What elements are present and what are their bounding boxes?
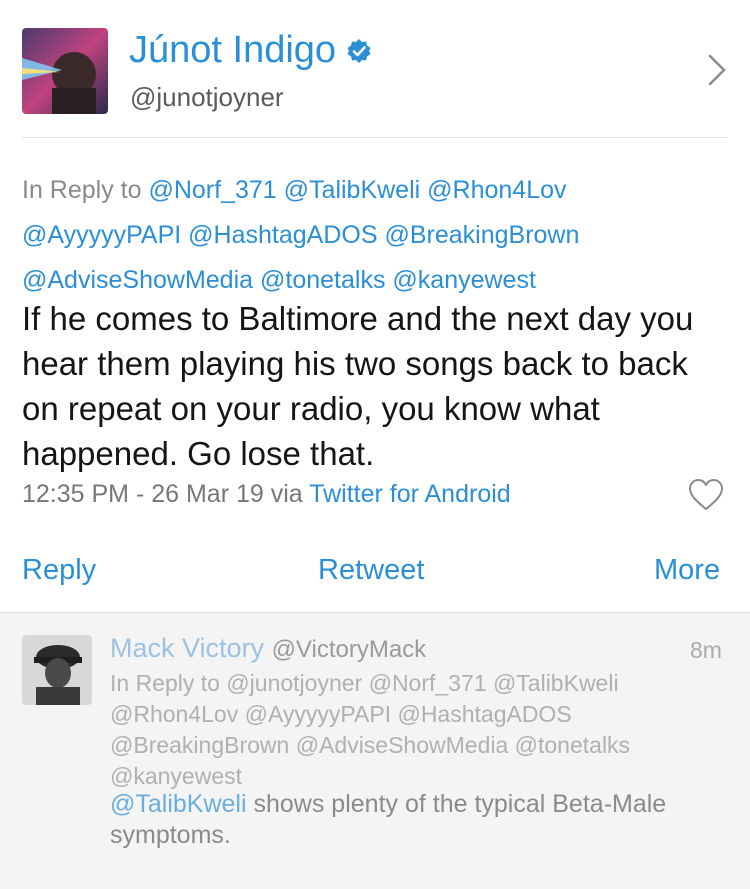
tweet-timestamp: 12:35 PM - 26 Mar 19 via	[22, 480, 303, 508]
reply-author-name[interactable]: Mack Victory	[110, 633, 264, 663]
reply-author[interactable]: Mack Victory @VictoryMack	[110, 633, 426, 664]
author-name[interactable]: Júnot Indigo	[129, 29, 336, 72]
retweet-button[interactable]: Retweet	[318, 554, 424, 587]
reply-tweet[interactable]: Mack Victory @VictoryMack 8m In Reply to…	[0, 613, 750, 889]
tweet-meta: 12:35 PM - 26 Mar 19 via Twitter for And…	[22, 480, 511, 509]
reply-text: @TalibKweli shows plenty of the typical …	[110, 789, 710, 851]
mention-link[interactable]: @BreakingBrown	[384, 221, 579, 249]
verified-badge-icon	[347, 38, 371, 63]
action-bar: Reply Retweet More	[0, 554, 750, 594]
chevron-right-icon[interactable]	[706, 52, 728, 88]
reply-to-line: In Reply to @Norf_371 @TalibKweli @Rhon4…	[22, 168, 722, 303]
reply-button[interactable]: Reply	[22, 554, 96, 587]
mention-link[interactable]: @Rhon4Lov	[427, 176, 566, 204]
reply-author-avatar[interactable]	[22, 635, 92, 705]
reply-time: 8m	[690, 637, 722, 663]
mention-link[interactable]: @TalibKweli	[110, 790, 247, 818]
header-divider	[22, 137, 728, 138]
heart-outline-icon[interactable]	[688, 478, 724, 512]
author-avatar[interactable]	[22, 28, 108, 114]
mention-link[interactable]: @TalibKweli	[284, 176, 421, 204]
more-button[interactable]: More	[654, 554, 720, 587]
mention-link[interactable]: @Norf_371	[148, 176, 276, 204]
tweet-header[interactable]: Júnot Indigo @junotjoyner	[0, 0, 750, 138]
tweet-detail: Júnot Indigo @junotjoyner In Reply to @N…	[0, 0, 750, 612]
tweet-text: If he comes to Baltimore and the next da…	[22, 300, 694, 472]
reply-to-line: In Reply to @junotjoyner @Norf_371 @Tali…	[110, 670, 631, 789]
mention-link[interactable]: @AdviseShowMedia	[22, 266, 253, 294]
author-handle: @junotjoyner	[130, 82, 284, 112]
reply-author-handle: @VictoryMack	[271, 636, 427, 663]
mention-link[interactable]: @kanyewest	[392, 266, 536, 294]
reply-to-label: In Reply to	[22, 176, 142, 204]
mention-link[interactable]: @tonetalks	[260, 266, 385, 294]
mention-link[interactable]: @HashtagADOS	[188, 221, 377, 249]
mention-link[interactable]: @AyyyyyPAPI	[22, 221, 181, 249]
tweet-source-link[interactable]: Twitter for Android	[309, 480, 510, 508]
